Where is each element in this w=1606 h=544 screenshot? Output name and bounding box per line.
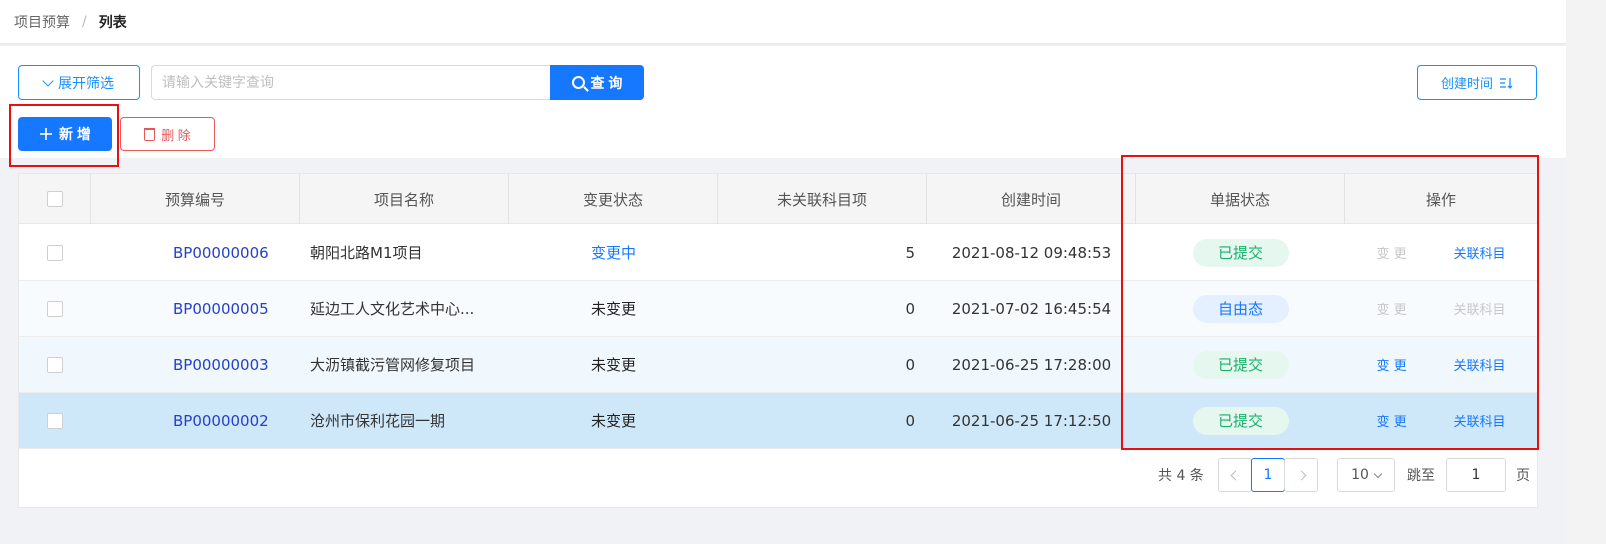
chevron-down-icon (1373, 469, 1383, 478)
chevron-left-icon (1230, 470, 1240, 480)
budget-code-link[interactable]: BP00000006 (173, 244, 269, 262)
delete-button-label: 删 除 (161, 127, 191, 143)
scrollbar-track[interactable] (1566, 0, 1606, 544)
column-header: 创建时间 (927, 174, 1136, 224)
search-button[interactable]: 查 询 (550, 65, 644, 100)
search-button-label: 查 询 (590, 74, 623, 91)
budget-code-link[interactable]: BP00000005 (173, 300, 269, 318)
search-input[interactable] (151, 65, 551, 100)
project-name: 大沥镇截污管网修复项目 (310, 356, 476, 374)
column-header: 预算编号 (91, 174, 300, 224)
created-time: 2021-08-12 09:48:53 (951, 243, 1112, 262)
breadcrumb-current: 列表 (98, 14, 127, 31)
column-header: 项目名称 (300, 174, 509, 224)
jump-page-input[interactable] (1446, 458, 1506, 492)
page-number-button[interactable]: 1 (1251, 458, 1285, 492)
row-checkbox[interactable] (47, 356, 63, 373)
sort-button-label: 创建时间 (1440, 76, 1493, 91)
change-status: 未变更 (590, 412, 636, 430)
next-page-button[interactable] (1284, 458, 1318, 492)
chevron-down-icon (42, 74, 54, 87)
chevron-right-icon (1296, 470, 1306, 480)
select-all-checkbox[interactable] (46, 191, 63, 207)
page-size-select[interactable]: 10 (1337, 458, 1395, 492)
row-checkbox[interactable] (47, 300, 63, 317)
created-time: 2021-07-02 16:45:54 (951, 299, 1112, 318)
expand-filter-label: 展开筛选 (58, 74, 114, 91)
delete-button[interactable]: 删 除 (120, 117, 215, 151)
column-header: 变更状态 (509, 174, 718, 224)
column-header: 未关联科目项 (718, 174, 927, 224)
annotation-highlight-add (9, 104, 119, 167)
project-name: 延边工人文化艺术中心... (310, 300, 475, 318)
page-unit-label: 页 (1516, 468, 1530, 484)
prev-page-button[interactable] (1218, 458, 1252, 492)
row-checkbox[interactable] (47, 412, 63, 429)
change-status: 变更中 (590, 244, 636, 262)
breadcrumb-separator: / (82, 13, 87, 30)
jump-label: 跳至 (1407, 468, 1435, 484)
row-checkbox[interactable] (47, 244, 63, 261)
sort-icon (1500, 77, 1513, 89)
budget-code-link[interactable]: BP00000003 (173, 356, 269, 374)
toolbar-panel (0, 46, 1566, 158)
unlinked-count: 5 (905, 243, 915, 262)
trash-icon (144, 127, 156, 141)
unlinked-count: 0 (905, 355, 915, 374)
project-name: 朝阳北路M1项目 (310, 244, 423, 262)
unlinked-count: 0 (905, 299, 915, 318)
change-status: 未变更 (590, 356, 636, 374)
annotation-highlight-status (1121, 155, 1539, 450)
change-status: 未变更 (590, 300, 636, 318)
budget-code-link[interactable]: BP00000002 (173, 412, 269, 430)
page-size-value: 10 (1351, 467, 1369, 483)
header-select-all[interactable] (19, 174, 91, 224)
pagination-total: 共 4 条 (1158, 468, 1204, 484)
breadcrumb-parent[interactable]: 项目预算 (14, 12, 70, 32)
sort-created-time-button[interactable]: 创建时间 (1417, 65, 1537, 100)
created-time: 2021-06-25 17:28:00 (951, 355, 1112, 374)
expand-filter-button[interactable]: 展开筛选 (18, 65, 140, 100)
project-name: 沧州市保利花园一期 (310, 412, 446, 430)
breadcrumb: 项目预算 / 列表 (0, 0, 1566, 44)
unlinked-count: 0 (905, 411, 915, 430)
created-time: 2021-06-25 17:12:50 (951, 411, 1112, 430)
search-icon (571, 76, 585, 89)
